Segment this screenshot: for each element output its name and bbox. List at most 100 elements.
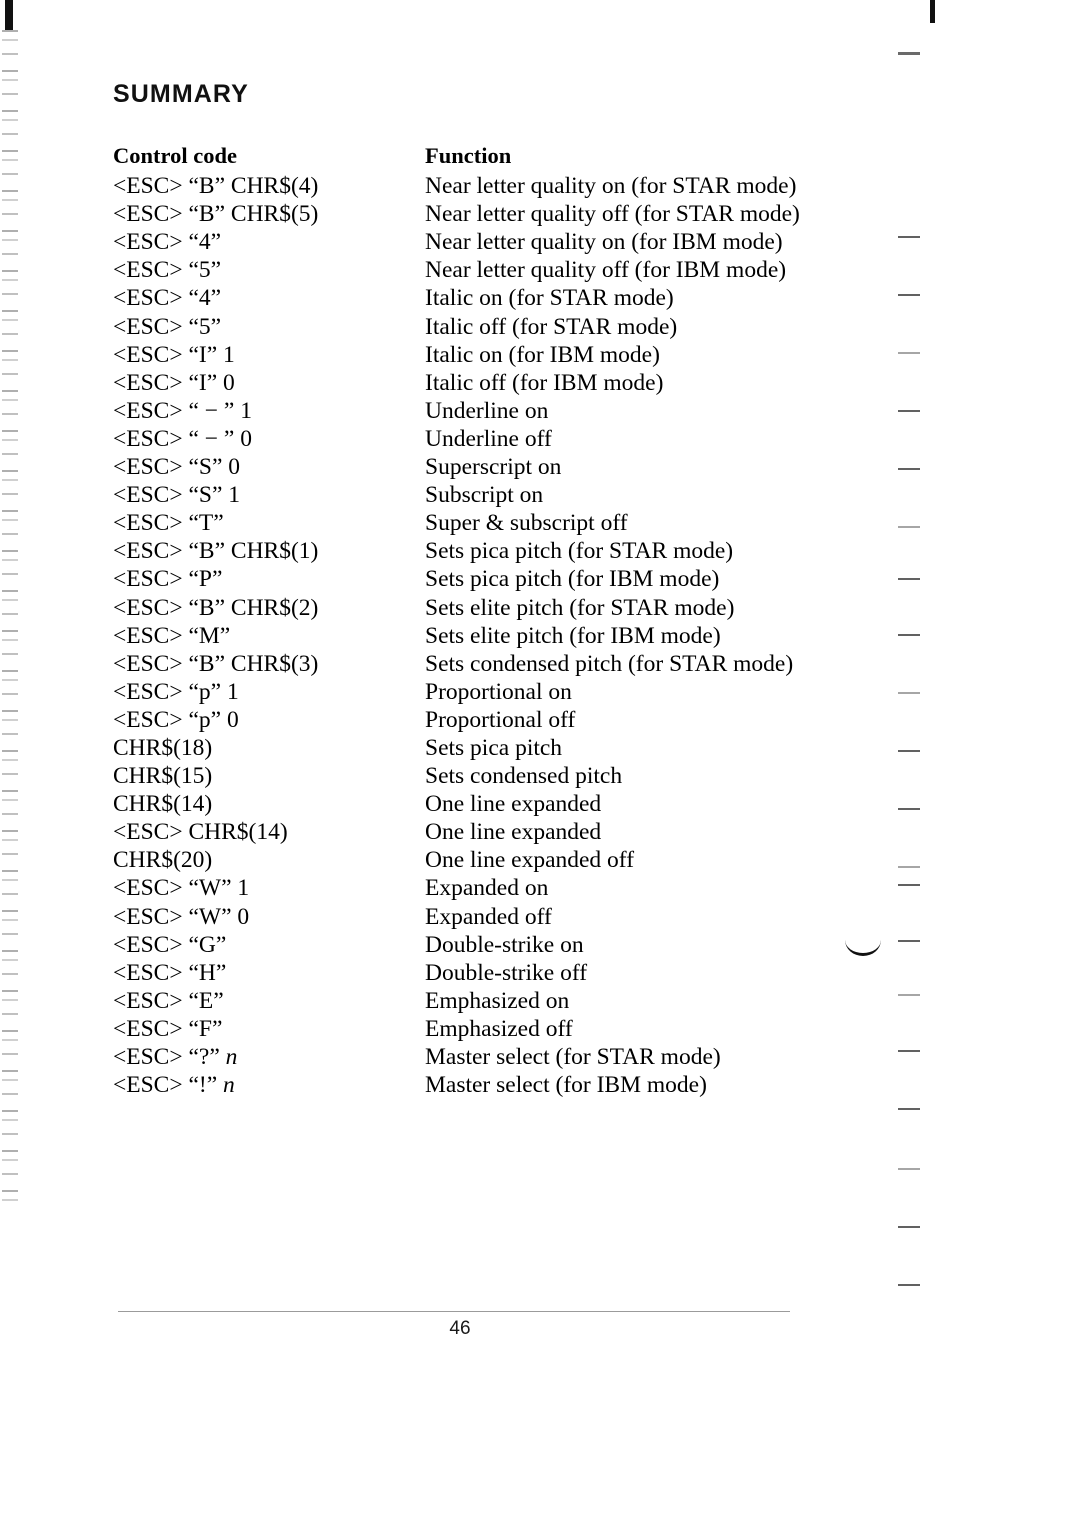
table-row: <ESC> “S” 1 Subscript on: [113, 481, 873, 509]
table-row: <ESC> “E” Emphasized on: [113, 987, 873, 1015]
control-code-cell: <ESC> CHR$(14): [113, 819, 288, 846]
function-cell: Sets elite pitch (for STAR mode): [425, 594, 735, 621]
control-code-cell: <ESC> “W” 1: [113, 875, 250, 902]
function-cell: Italic on (for STAR mode): [425, 285, 674, 312]
column-header-control-code: Control code: [113, 143, 237, 168]
function-cell: Double-strike off: [425, 959, 588, 986]
table-row: <ESC> “B” CHR$(2) Sets elite pitch (for S…: [113, 594, 873, 622]
scan-margin-dash: [898, 578, 920, 580]
document-page: SUMMARY Control code Function <ESC> “B” …: [0, 0, 1080, 1531]
table-row: <ESC> “4” Near letter quality on (for IBM…: [113, 228, 873, 256]
control-code-cell: <ESC> “H”: [113, 959, 227, 986]
scan-speck-top-right: [898, 52, 920, 55]
control-code-cell: <ESC> “B” CHR$(3): [113, 650, 319, 677]
function-cell: Emphasized off: [425, 1015, 573, 1042]
scan-margin-dash: [898, 808, 920, 810]
control-code-cell: <ESC> “5”: [113, 313, 222, 340]
function-cell: Italic off (for STAR mode): [425, 313, 678, 340]
control-code-cell: <ESC> “B” CHR$(5): [113, 201, 319, 228]
control-code-cell: <ESC> “G”: [113, 931, 227, 958]
function-cell: Sets pica pitch: [425, 734, 563, 761]
scan-margin-dash: [898, 468, 920, 470]
function-cell: One line expanded: [425, 791, 602, 818]
table-row: <ESC> “W” 0 Expanded off: [113, 903, 873, 931]
function-cell: Sets elite pitch (for IBM mode): [425, 622, 721, 649]
table-row: <ESC> “4” Italic on (for STAR mode): [113, 284, 873, 312]
control-code-cell: <ESC> “S” 1: [113, 482, 241, 509]
control-code-cell: <ESC> “B” CHR$(2): [113, 594, 319, 621]
function-cell: Italic on (for IBM mode): [425, 341, 660, 368]
control-code-table: Control code Function <ESC> “B” CHR$(4) N…: [113, 142, 873, 1099]
scan-margin-dash: [898, 994, 920, 996]
column-header-function: Function: [425, 143, 512, 168]
control-code-cell: <ESC> “I” 1: [113, 341, 235, 368]
table-row: <ESC> “?” n Master select (for STAR mode): [113, 1043, 873, 1071]
control-code-cell: <ESC> “M”: [113, 622, 231, 649]
scan-margin-dash: [898, 1050, 920, 1052]
table-row: <ESC> “ − ” 1 Underline on: [113, 397, 873, 425]
control-code-parameter: n: [225, 1044, 238, 1070]
function-cell: Sets condensed pitch: [425, 763, 623, 790]
control-code-cell: CHR$(20): [113, 847, 213, 874]
table-row: <ESC> “5” Italic off (for STAR mode): [113, 313, 873, 341]
scan-margin-dash: [898, 294, 920, 296]
scan-margin-dash: [898, 1168, 920, 1170]
page-title: SUMMARY: [113, 80, 249, 108]
table-row: <ESC> “ − ” 0 Underline off: [113, 425, 873, 453]
function-cell: Sets pica pitch (for IBM mode): [425, 566, 720, 593]
control-code-parameter: n: [223, 1072, 235, 1099]
control-code-cell: <ESC> “ − ” 0: [113, 425, 252, 452]
table-row: <ESC> “H” Double-strike off: [113, 959, 873, 987]
scan-speckle-left-edge: [2, 30, 18, 1210]
control-code-cell: <ESC> “ − ” 1: [113, 397, 252, 424]
scan-binding-mark-left: [5, 0, 13, 30]
control-code-cell: CHR$(14): [113, 791, 213, 818]
table-row: <ESC> “B” CHR$(5) Near letter quality off…: [113, 200, 873, 228]
function-cell: Proportional off: [425, 706, 576, 733]
control-code-cell: <ESC> “I” 0: [113, 369, 235, 396]
control-code-cell: CHR$(15): [113, 763, 213, 790]
function-cell: One line expanded off: [425, 847, 635, 874]
function-cell: Near letter quality on (for STAR mode): [425, 173, 797, 200]
control-code-cell: <ESC> “?” n: [113, 1044, 238, 1070]
page-number: 46: [449, 1318, 471, 1339]
control-code-cell: <ESC> “P”: [113, 566, 223, 593]
function-cell: Sets pica pitch (for STAR mode): [425, 538, 734, 565]
table-row: <ESC> “M” Sets elite pitch (for IBM mode): [113, 622, 873, 650]
scan-margin-dash: [898, 866, 920, 868]
table-row: <ESC> “T” Super & subscript off: [113, 509, 873, 537]
function-cell: Expanded on: [425, 875, 549, 902]
table-row: <ESC> “I” 0 Italic off (for IBM mode): [113, 369, 873, 397]
table-row: <ESC> “!” n Master select (for IBM mode): [113, 1071, 873, 1099]
scan-margin-dash: [898, 1226, 920, 1228]
control-code-cell: <ESC> “4”: [113, 229, 222, 256]
table-row: <ESC> “5” Near letter quality off (for IB…: [113, 256, 873, 284]
table-row: CHR$(14) One line expanded: [113, 790, 873, 818]
control-code-cell: <ESC> “4”: [113, 285, 222, 312]
function-cell: Expanded off: [425, 903, 552, 930]
scan-margin-dash: [898, 692, 920, 694]
table-header-row: Control code Function: [113, 142, 873, 172]
function-cell: Underline off: [425, 425, 552, 452]
scan-margin-dash: [898, 884, 920, 886]
control-code-cell: <ESC> “B” CHR$(4): [113, 173, 319, 200]
function-cell: Super & subscript off: [425, 510, 628, 537]
scan-mark-top-right: [930, 0, 935, 23]
function-cell: Sets condensed pitch (for STAR mode): [425, 650, 794, 677]
table-row: <ESC> “F” Emphasized off: [113, 1015, 873, 1043]
function-cell: Underline on: [425, 397, 549, 424]
function-cell: Master select (for IBM mode): [425, 1072, 707, 1099]
function-cell: Near letter quality off (for STAR mode): [425, 201, 800, 228]
control-code-cell: <ESC> “T”: [113, 510, 224, 537]
table-row: CHR$(20) One line expanded off: [113, 846, 873, 874]
function-cell: One line expanded: [425, 819, 602, 846]
table-row: <ESC> “S” 0 Superscript on: [113, 453, 873, 481]
control-code-cell: <ESC> “F”: [113, 1015, 223, 1042]
table-row: <ESC> “B” CHR$(3) Sets condensed pitch (f…: [113, 650, 873, 678]
footer-rule: [118, 1311, 790, 1312]
scan-margin-dash: [898, 236, 920, 238]
scan-margin-dash: [898, 1284, 920, 1286]
scan-margin-dash: [898, 1108, 920, 1110]
function-cell: Superscript on: [425, 454, 562, 481]
control-code-cell: <ESC> “S” 0: [113, 454, 241, 481]
